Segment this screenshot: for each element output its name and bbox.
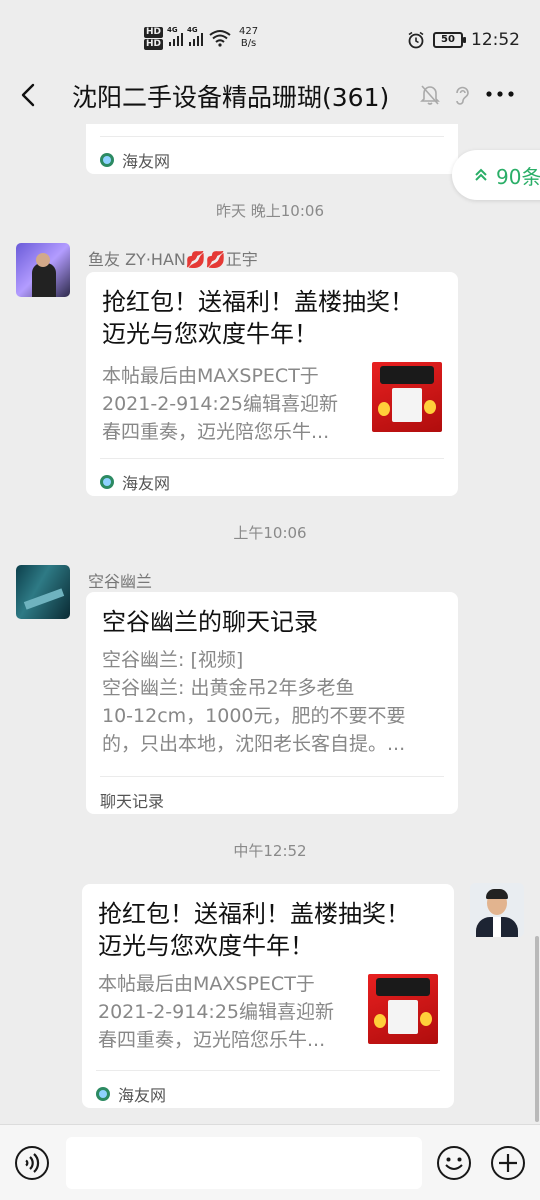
haiyou-logo-icon xyxy=(100,475,114,489)
card-title: 空谷幽兰的聊天记录 xyxy=(102,608,318,636)
haiyou-logo-icon xyxy=(96,1087,110,1101)
network-speed: 427 B/s xyxy=(239,26,259,49)
card-divider xyxy=(100,458,444,459)
timestamp: 中午12:52 xyxy=(233,842,307,860)
nav-bar: 沈阳二手设备精品珊瑚(361) xyxy=(0,68,540,124)
chat-title: 沈阳二手设备精品珊瑚(361) xyxy=(72,83,390,112)
wifi-icon xyxy=(209,30,231,47)
status-right: 50 12:52 xyxy=(407,30,520,50)
timestamp: 上午10:06 xyxy=(233,524,307,542)
card-source: 海友网 xyxy=(96,1082,166,1106)
scrollbar[interactable] xyxy=(535,936,539,1122)
battery-icon: 50 xyxy=(433,32,466,48)
message-list[interactable]: 海友网 昨天 晚上10:06 鱼友 ZY·HAN💋💋正宇 抢红包！送福利！盖楼抽… xyxy=(0,124,540,1124)
alarm-icon xyxy=(408,31,424,49)
timestamp: 昨天 晚上10:06 xyxy=(216,202,324,220)
mute-bell-icon xyxy=(420,85,440,105)
sender-name: 鱼友 ZY·HAN💋💋正宇 xyxy=(88,250,258,269)
card-divider xyxy=(100,776,444,777)
chat-screen: HD HD 4G 4G 427 B/s 50 12:52 沈阳二手设备精品珊瑚(… xyxy=(0,0,540,1200)
card-title: 抢红包！送福利！盖楼抽奖！ 迈光与您欢度牛年！ xyxy=(98,900,410,960)
card-source: 海友网 xyxy=(100,470,170,494)
hd-indicator: HD HD xyxy=(144,26,164,50)
source-label: 海友网 xyxy=(122,474,171,493)
link-card[interactable]: 抢红包！送福利！盖楼抽奖！ 迈光与您欢度牛年！ 本帖最后由MAXSPECT于 2… xyxy=(86,272,458,496)
plus-icon[interactable] xyxy=(490,1145,526,1181)
card-title: 抢红包！送福利！盖楼抽奖！ 迈光与您欢度牛年！ xyxy=(102,288,414,348)
unread-count-label: 90条 xyxy=(496,164,540,189)
haiyou-logo-icon xyxy=(100,153,114,167)
back-icon[interactable] xyxy=(16,80,44,110)
status-left: HD HD 4G 4G 427 B/s xyxy=(144,26,258,50)
my-avatar[interactable] xyxy=(470,883,524,937)
source-label: 海友网 xyxy=(122,152,171,171)
link-card-sent[interactable]: 抢红包！送福利！盖楼抽奖！ 迈光与您欢度牛年！ 本帖最后由MAXSPECT于 2… xyxy=(82,884,454,1108)
emoji-icon[interactable] xyxy=(436,1145,472,1181)
ear-icon xyxy=(456,86,469,105)
card-divider xyxy=(100,136,444,137)
card-thumbnail xyxy=(372,362,442,432)
voice-icon[interactable] xyxy=(14,1145,50,1181)
status-time: 12:52 xyxy=(471,30,520,50)
signal-icon: 4G xyxy=(167,26,184,46)
status-bar: HD HD 4G 4G 427 B/s 50 12:52 xyxy=(0,0,540,68)
more-icon[interactable] xyxy=(486,88,514,100)
card-divider xyxy=(96,1070,440,1071)
link-card-partial[interactable]: 海友网 xyxy=(86,124,458,174)
chat-record-card[interactable]: 空谷幽兰的聊天记录 空谷幽兰: [视频] 空谷幽兰: 出黄金吊2年多老鱼 10-… xyxy=(86,592,458,814)
card-source: 海友网 xyxy=(100,148,170,172)
card-description: 本帖最后由MAXSPECT于 2021-2-914:25编辑喜迎新 春四重奏，迈… xyxy=(98,973,334,1051)
source-label: 海友网 xyxy=(118,1086,167,1105)
unread-jump-button[interactable]: 90条 xyxy=(452,150,540,200)
sender-name: 空谷幽兰 xyxy=(88,572,153,591)
card-footer: 聊天记录 xyxy=(100,792,165,811)
double-chevron-up-icon xyxy=(475,168,487,181)
message-input[interactable] xyxy=(66,1137,422,1189)
title-status-icons xyxy=(420,84,472,106)
avatar[interactable] xyxy=(16,243,70,297)
card-description: 空谷幽兰: [视频] 空谷幽兰: 出黄金吊2年多老鱼 10-12cm，1000元… xyxy=(102,649,406,755)
avatar[interactable] xyxy=(16,565,70,619)
card-description: 本帖最后由MAXSPECT于 2021-2-914:25编辑喜迎新 春四重奏，迈… xyxy=(102,365,338,443)
input-bar xyxy=(0,1124,540,1200)
card-thumbnail xyxy=(368,974,438,1044)
signal-icon-2: 4G xyxy=(187,26,204,46)
